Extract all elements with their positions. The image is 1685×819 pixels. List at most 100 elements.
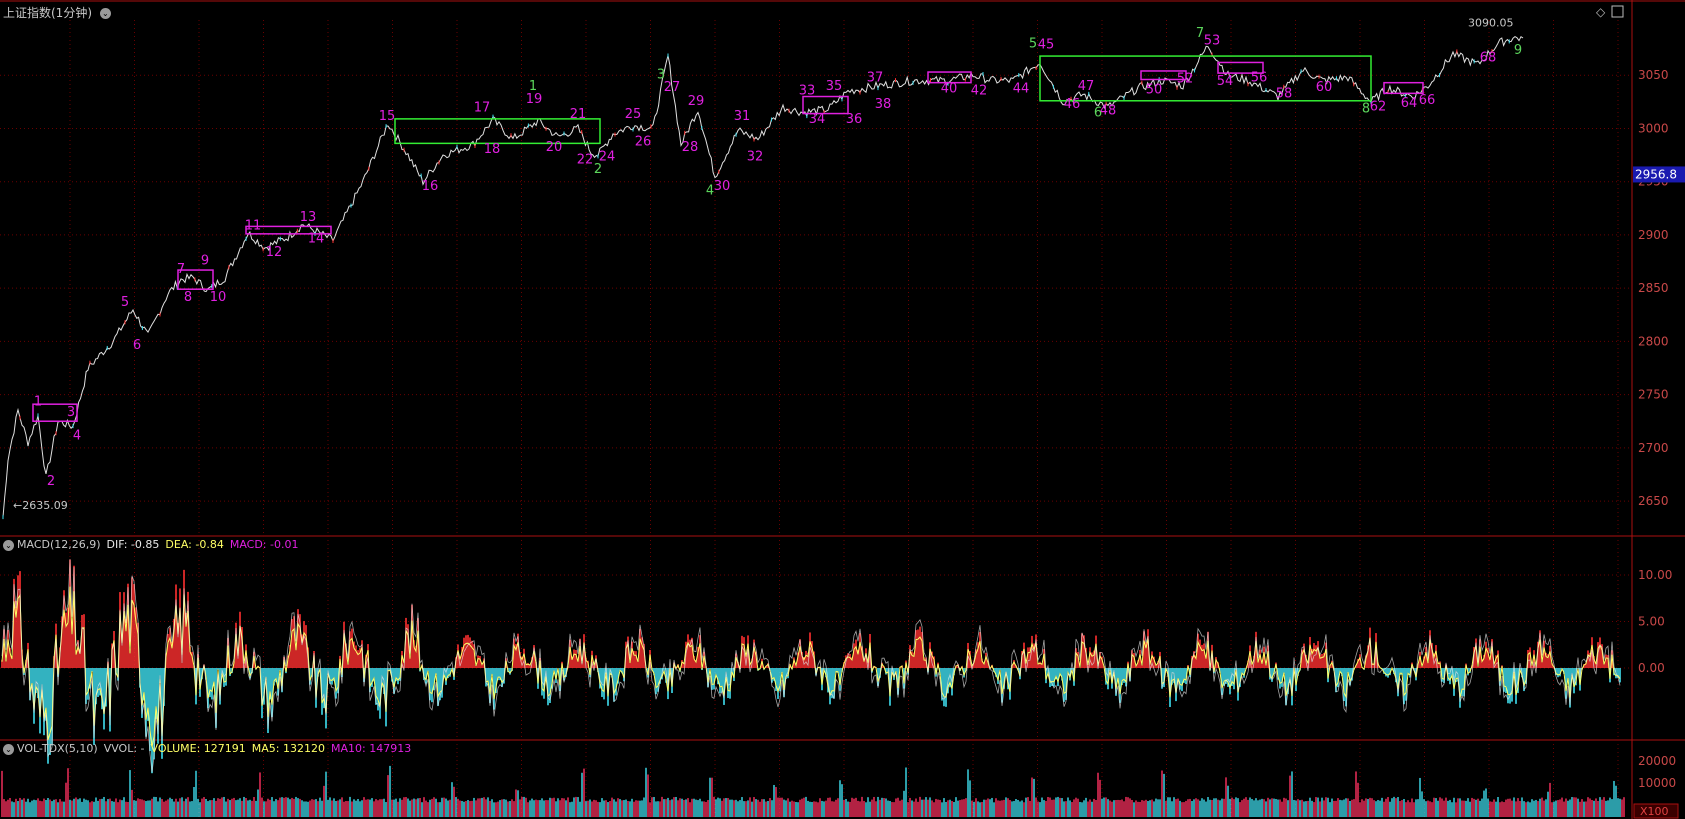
wave-label-magenta: 40 bbox=[941, 81, 958, 96]
wave-label-magenta: 19 bbox=[526, 92, 543, 107]
wave-label-magenta: 62 bbox=[1370, 99, 1387, 114]
wave-label-magenta: 30 bbox=[714, 179, 731, 194]
wave-label-magenta: 44 bbox=[1013, 81, 1030, 96]
wave-label-magenta: 8 bbox=[184, 290, 192, 305]
wave-label-magenta: 56 bbox=[1251, 71, 1268, 86]
wave-label-magenta: 28 bbox=[682, 140, 699, 155]
wave-label-magenta: 16 bbox=[422, 179, 439, 194]
wave-label-green: 6 bbox=[1094, 106, 1102, 121]
wave-label-green: 2 bbox=[594, 162, 602, 177]
wave-label-magenta: 26 bbox=[635, 134, 652, 149]
wave-label-magenta: 11 bbox=[245, 219, 262, 234]
grid-lines bbox=[0, 0, 1685, 819]
green-range-box bbox=[394, 118, 601, 145]
vol-tick-label: 20000 bbox=[1638, 754, 1676, 768]
price-tick-label: 2700 bbox=[1638, 441, 1669, 455]
current-price-label: 2956.8 bbox=[1635, 167, 1677, 181]
y-axis-labels: 3050300029502900285028002750270026502956… bbox=[1596, 5, 1685, 819]
wave-label-magenta: 60 bbox=[1316, 80, 1333, 95]
wave-label-magenta: 53 bbox=[1204, 33, 1221, 48]
vol-ma10: MA10: 147913 bbox=[331, 742, 412, 755]
wave-label-magenta: 50 bbox=[1146, 82, 1163, 97]
wave-label-magenta: 66 bbox=[1419, 93, 1436, 108]
wave-label-magenta: 45 bbox=[1038, 38, 1055, 53]
price-tick-label: 2850 bbox=[1638, 281, 1669, 295]
macd-tick-label: 10.00 bbox=[1638, 568, 1672, 582]
wave-label-magenta: 38 bbox=[875, 97, 892, 112]
wave-label-magenta: 9 bbox=[201, 254, 209, 269]
low-price-label: ←2635.09 bbox=[13, 499, 68, 512]
wave-label-magenta: 58 bbox=[1276, 87, 1293, 102]
macd-dif: DIF: -0.85 bbox=[106, 538, 160, 551]
wave-label-magenta: 21 bbox=[570, 107, 587, 122]
wave-label-magenta: 68 bbox=[1480, 50, 1497, 65]
wave-label-magenta: 20 bbox=[546, 140, 563, 155]
wave-label-magenta: 32 bbox=[747, 149, 764, 164]
wave-label-magenta: 34 bbox=[809, 112, 826, 127]
price-tick-label: 2900 bbox=[1638, 228, 1669, 242]
wave-label-green: 9 bbox=[1514, 43, 1522, 58]
vol-ma5: MA5: 132120 bbox=[251, 742, 325, 755]
wave-label-green: 4 bbox=[706, 183, 714, 198]
wave-label-magenta: 36 bbox=[846, 112, 863, 127]
wave-label-magenta: 48 bbox=[1100, 104, 1117, 119]
price-tick-label: 2750 bbox=[1638, 388, 1669, 402]
macd-name: MACD(12,26,9) bbox=[17, 538, 101, 551]
wave-label-magenta: 52 bbox=[1177, 72, 1194, 87]
wave-label-magenta: 54 bbox=[1217, 74, 1234, 89]
vol-menu-icon[interactable]: ⌄ bbox=[3, 743, 14, 755]
chart-root: 上证指数(1分钟) ⌄ 3090.05 ←2635.09 1 2 3 4 5 6 7 8 9 10 1… bbox=[0, 0, 1685, 819]
wave-label-magenta: 17 bbox=[474, 100, 491, 115]
wave-label-magenta: 33 bbox=[799, 83, 816, 98]
macd-header: ⌄ MACD(12,26,9) DIF: -0.85 DEA: -0.84 MACD: … bbox=[3, 538, 304, 551]
wave-label-magenta: 22 bbox=[577, 153, 594, 168]
wave-label-green: 5 bbox=[1029, 37, 1037, 52]
vol-header: ⌄ VOL-TDX(5,10) VVOL: - VOLUME: 127191 MA5: … bbox=[3, 742, 417, 755]
consolidation-boxes bbox=[32, 55, 1424, 422]
wave-label-magenta: 13 bbox=[300, 210, 317, 225]
wave-label-magenta: 4 bbox=[73, 428, 81, 443]
wave-label-magenta: 27 bbox=[664, 80, 681, 95]
wave-label-magenta: 3 bbox=[67, 405, 75, 420]
wave-label-magenta: 15 bbox=[379, 109, 396, 124]
wave-label-magenta: 10 bbox=[210, 290, 227, 305]
wave-label-magenta: 46 bbox=[1064, 97, 1081, 112]
wave-label-magenta: 37 bbox=[867, 71, 884, 86]
wave-label-magenta: 42 bbox=[971, 83, 988, 98]
price-tick-label: 2650 bbox=[1638, 494, 1669, 508]
wave-label-magenta: 5 bbox=[121, 295, 129, 310]
vol-name: VOL-TDX(5,10) bbox=[17, 742, 98, 755]
price-tick-label: 2800 bbox=[1638, 334, 1669, 348]
wave-label-magenta: 31 bbox=[734, 109, 751, 124]
diamond-icon[interactable]: ◇ bbox=[1596, 5, 1606, 19]
price-tick-label: 3000 bbox=[1638, 121, 1669, 135]
macd-menu-icon[interactable]: ⌄ bbox=[3, 539, 14, 551]
wave-label-magenta: 18 bbox=[484, 142, 501, 157]
price-tick-label: 3050 bbox=[1638, 68, 1669, 82]
wave-label-magenta: 47 bbox=[1078, 79, 1095, 94]
vol-unit-label: X100 bbox=[1640, 805, 1669, 818]
volume-bars bbox=[1, 765, 1625, 817]
wave-label-magenta: 2 bbox=[47, 474, 55, 489]
macd-tick-label: 5.00 bbox=[1638, 615, 1665, 629]
chart-canvas: 3090.05←2635.09 123456789101112131415161… bbox=[0, 0, 1685, 819]
wave-labels: 12345678910111213141516171819202122 24252… bbox=[34, 26, 1522, 489]
wave-label-magenta: 6 bbox=[133, 338, 141, 353]
macd-value: MACD: -0.01 bbox=[229, 538, 299, 551]
maximize-icon[interactable] bbox=[1611, 5, 1624, 18]
wave-label-magenta: 7 bbox=[177, 262, 185, 277]
high-price-label: 3090.05 bbox=[1468, 17, 1514, 30]
wave-label-magenta: 14 bbox=[308, 231, 325, 246]
wave-label-magenta: 25 bbox=[625, 107, 642, 122]
wave-label-green: 3 bbox=[657, 67, 665, 82]
macd-tick-label: 0.00 bbox=[1638, 661, 1665, 675]
vol-tick-label: 10000 bbox=[1638, 776, 1676, 790]
wave-label-magenta: 35 bbox=[826, 79, 843, 94]
wave-label-green: 7 bbox=[1196, 26, 1204, 41]
vol-vvol: VVOL: - bbox=[103, 742, 145, 755]
wave-label-magenta: 1 bbox=[34, 394, 42, 409]
wave-label-magenta: 12 bbox=[266, 245, 283, 260]
wave-label-green: 1 bbox=[529, 79, 537, 94]
macd-dea: DEA: -0.84 bbox=[165, 538, 224, 551]
wave-label-magenta: 64 bbox=[1401, 96, 1418, 111]
